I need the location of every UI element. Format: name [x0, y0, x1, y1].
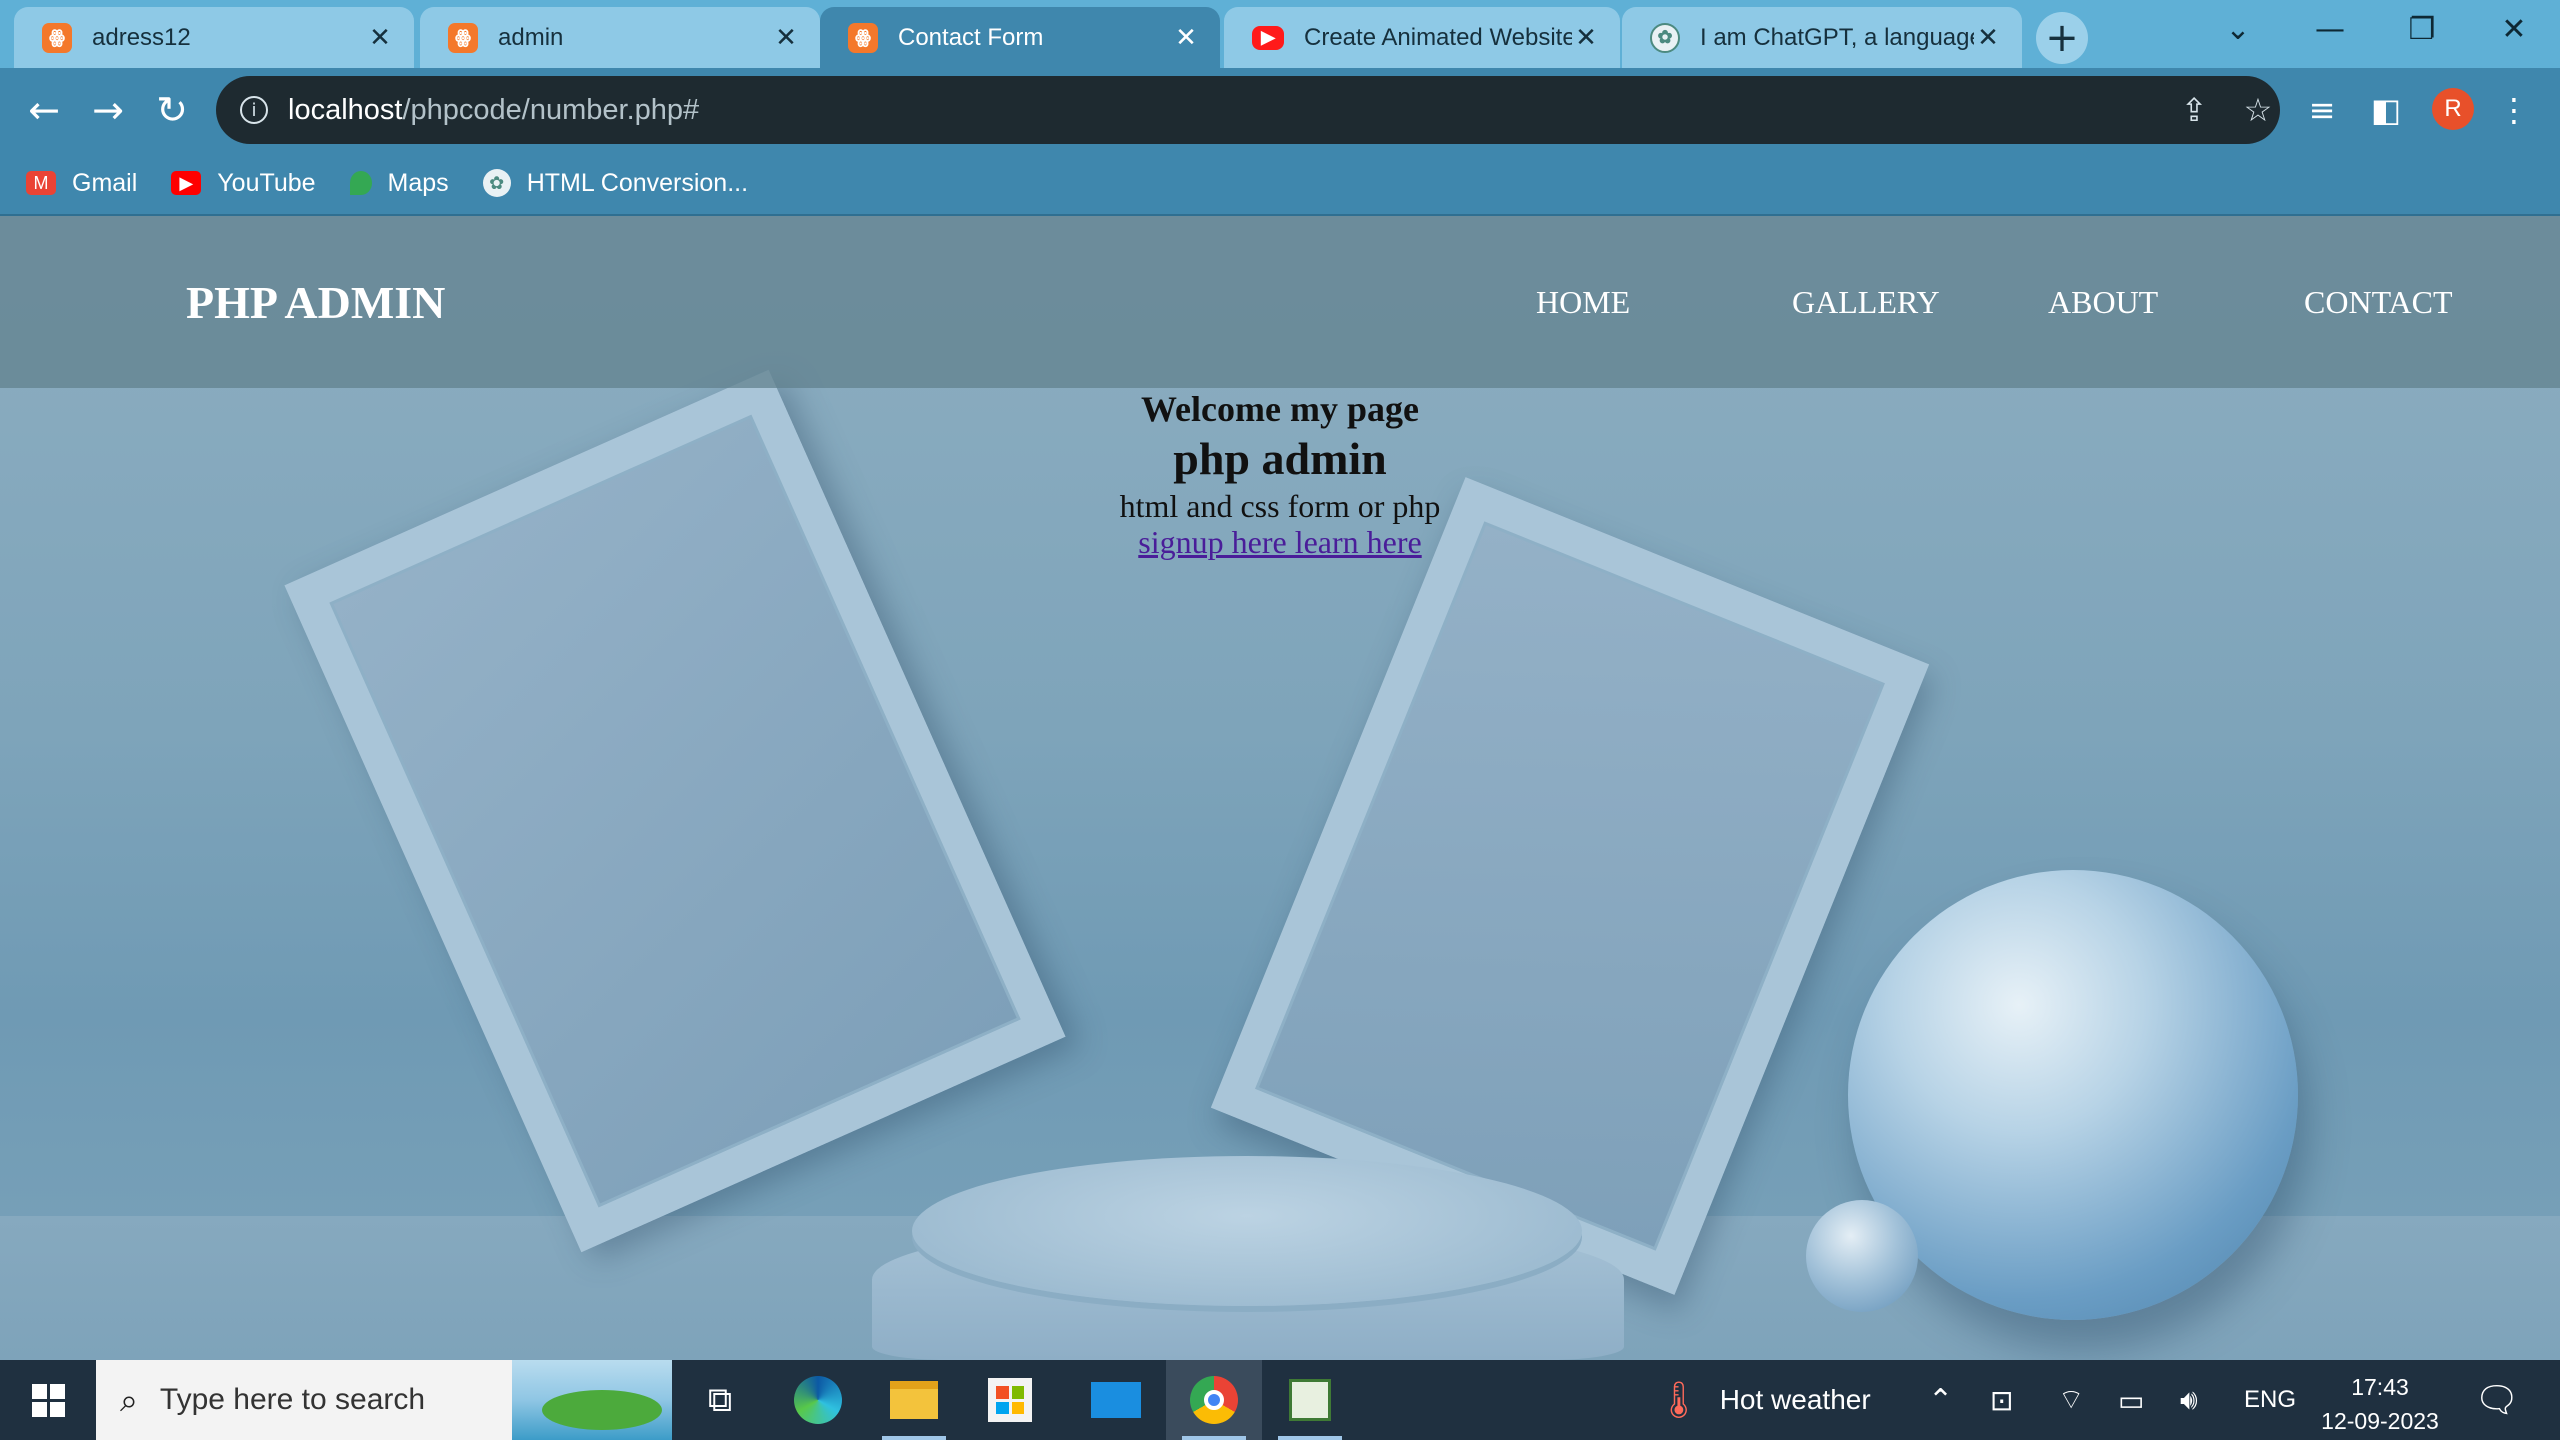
reload-icon[interactable]: ↻ [148, 86, 196, 134]
search-placeholder: Type here to search [159, 1383, 426, 1416]
bookmark-label: Gmail [72, 168, 138, 197]
signup-link[interactable]: signup here learn here [1138, 524, 1421, 560]
chatgpt-icon: ✿ [482, 169, 511, 197]
clock-time: 17:43 [2351, 1374, 2409, 1400]
mail-icon[interactable] [1068, 1360, 1164, 1440]
xampp-icon: ꙮ [42, 22, 72, 53]
maps-icon [349, 171, 372, 195]
url-host: localhost [288, 93, 403, 126]
tab-title: admin [498, 23, 564, 51]
nav-gallery[interactable]: GALLERY [1792, 284, 1940, 321]
youtube-icon: ▶ [171, 171, 202, 195]
signup-link-wrapper: signup here learn here [0, 524, 2560, 561]
browser-toolbar: ← → ↻ i localhost/phpcode/number.php# ⇪ … [0, 68, 2560, 152]
battery-icon[interactable]: ▭ [2118, 1360, 2144, 1440]
volume-icon[interactable]: 🔊︎ [2180, 1360, 2198, 1440]
site-navbar: PHP ADMIN HOME GALLERY ABOUT CONTACT [0, 216, 2560, 388]
tab-title: adress12 [92, 23, 191, 51]
close-icon[interactable]: ✕ [1572, 22, 1600, 53]
window-close-button[interactable]: ✕ [2468, 0, 2560, 58]
share-icon[interactable]: ⇪ [2172, 88, 2216, 132]
windows-logo-icon [31, 1383, 65, 1417]
close-icon[interactable]: ✕ [1172, 22, 1200, 53]
language-indicator[interactable]: ENG [2244, 1360, 2296, 1440]
background-small-sphere [1806, 1200, 1918, 1312]
taskbar-search[interactable]: ⌕ Type here to search [96, 1360, 672, 1440]
page-title: php admin [1173, 433, 1387, 484]
bookmark-youtube[interactable]: ▶ YouTube [171, 168, 316, 198]
tab-contact-form[interactable]: ꙮ Contact Form ✕ [820, 7, 1220, 68]
nav-home[interactable]: HOME [1536, 284, 1630, 321]
microsoft-store-icon[interactable] [962, 1360, 1058, 1440]
clock-date: 12-09-2023 [2321, 1408, 2439, 1434]
gmail-icon: M [26, 171, 56, 195]
web-page: PHP ADMIN HOME GALLERY ABOUT CONTACT Wel… [0, 216, 2560, 1360]
url-path: /phpcode/number.php# [402, 93, 700, 126]
start-button[interactable] [0, 1360, 96, 1440]
address-bar[interactable]: i localhost/phpcode/number.php# ⇪ ☆ [216, 76, 2280, 144]
tab-strip: ꙮ adress12 ✕ ꙮ admin ✕ ꙮ Contact Form ✕ … [0, 0, 2560, 68]
chrome-icon[interactable] [1166, 1360, 1262, 1440]
forward-arrow-icon[interactable]: → [84, 86, 132, 134]
hero-subtitle: html and css form or php [1119, 488, 1441, 524]
bookmark-label: Maps [387, 168, 449, 197]
show-hidden-icons-chevron-icon[interactable]: ⌃ [1928, 1360, 1953, 1440]
notepad-app-icon[interactable] [1262, 1360, 1358, 1440]
menu-dots-icon[interactable]: ⋮ [2490, 86, 2538, 134]
nav-contact[interactable]: CONTACT [2304, 284, 2453, 321]
xampp-icon: ꙮ [448, 22, 478, 53]
bookmark-maps[interactable]: Maps [349, 168, 449, 198]
bookmark-star-icon[interactable]: ☆ [2236, 88, 2280, 132]
back-arrow-icon[interactable]: ← [20, 86, 68, 134]
minimize-button[interactable]: — [2284, 0, 2376, 58]
tab-title: I am ChatGPT, a language [1700, 23, 1974, 51]
tab-search-chevron-icon[interactable]: ⌄ [2192, 0, 2284, 58]
xampp-icon: ꙮ [848, 22, 878, 53]
tab-create-animated-website[interactable]: ▶ Create Animated Website ✕ [1224, 7, 1620, 68]
search-icon: ⌕ [120, 1380, 138, 1419]
nav-about[interactable]: ABOUT [2048, 284, 2158, 321]
file-explorer-icon[interactable] [866, 1360, 962, 1440]
new-tab-button[interactable]: + [2036, 12, 2088, 64]
bookmark-html-conversion[interactable]: ✿ HTML Conversion... [482, 168, 749, 198]
close-icon[interactable]: ✕ [772, 22, 800, 53]
reading-list-icon[interactable]: ≡ [2298, 86, 2346, 134]
youtube-icon: ▶ [1252, 25, 1284, 50]
close-icon[interactable]: ✕ [366, 22, 394, 53]
weather-text: Hot weather [1719, 1384, 1871, 1415]
tab-adress12[interactable]: ꙮ adress12 ✕ [14, 7, 414, 68]
bookmark-gmail[interactable]: M Gmail [26, 169, 137, 198]
chatgpt-icon: ✿ [1650, 22, 1680, 53]
profile-avatar[interactable]: R [2432, 88, 2474, 130]
bookmarks-bar: M Gmail ▶ YouTube Maps ✿ HTML Conversion… [0, 152, 2560, 216]
bookmark-label: YouTube [217, 168, 316, 197]
meet-now-icon[interactable]: ⊡ [1990, 1360, 2013, 1440]
edge-icon[interactable] [770, 1360, 866, 1440]
thermometer-icon: 🌡 [1656, 1379, 1702, 1420]
background-pedestal-top [912, 1156, 1582, 1306]
windows-taskbar: ⌕ Type here to search ⧉ 🌡 Hot weather ⌃ … [0, 1360, 2560, 1440]
side-panel-icon[interactable]: ◧ [2362, 86, 2410, 134]
wifi-icon[interactable]: ⌔ [2058, 1360, 2084, 1440]
site-info-icon[interactable]: i [240, 96, 268, 124]
system-clock[interactable]: 17:43 12-09-2023 [2300, 1370, 2460, 1438]
restore-button[interactable]: ❐ [2376, 0, 2468, 58]
site-brand[interactable]: PHP ADMIN [186, 276, 445, 329]
tab-admin[interactable]: ꙮ admin ✕ [420, 7, 820, 68]
weather-widget[interactable]: 🌡 Hot weather [1656, 1360, 1871, 1440]
notifications-icon[interactable]: 🗨︎ [2474, 1360, 2520, 1440]
search-highlight-image [512, 1360, 672, 1440]
tab-title: Contact Form [898, 23, 1044, 51]
welcome-heading: Welcome my page [1141, 389, 1419, 429]
tab-title: Create Animated Website [1304, 23, 1572, 51]
close-icon[interactable]: ✕ [1974, 22, 2002, 53]
bookmark-label: HTML Conversion... [526, 168, 749, 197]
tab-chatgpt[interactable]: ✿ I am ChatGPT, a language ✕ [1622, 7, 2022, 68]
task-view-icon[interactable]: ⧉ [672, 1360, 768, 1440]
